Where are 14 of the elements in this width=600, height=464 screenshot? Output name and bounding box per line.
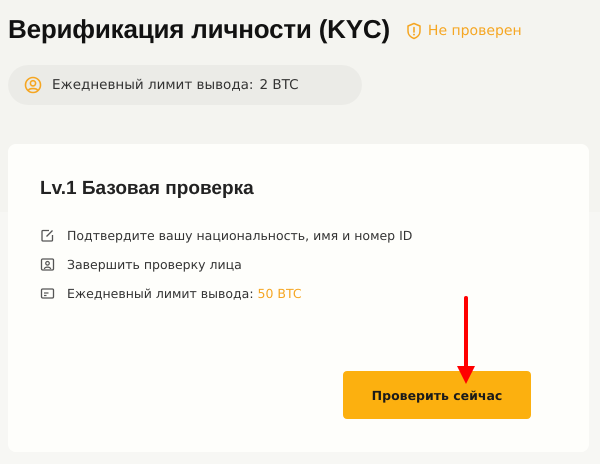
edit-icon	[40, 228, 55, 243]
card-title: Lv.1 Базовая проверка	[40, 178, 255, 200]
status-label: Не проверен	[428, 23, 522, 39]
shield-icon	[406, 22, 422, 40]
id-card-icon	[40, 286, 55, 301]
requirement-text: Ежедневный лимит вывода: 50 BTC	[67, 286, 302, 301]
limit-label: Ежедневный лимит вывода:	[52, 77, 254, 93]
portrait-icon	[40, 257, 55, 272]
user-icon	[24, 76, 42, 94]
limit-value: 2 BTC	[259, 77, 299, 93]
page-title: Верификация личности (KYC)	[8, 14, 390, 45]
requirement-text: Подтвердите вашу национальность, имя и номер ID	[67, 228, 412, 243]
verify-now-button[interactable]: Проверить сейчас	[343, 371, 531, 419]
requirement-text: Завершить проверку лица	[67, 257, 242, 272]
